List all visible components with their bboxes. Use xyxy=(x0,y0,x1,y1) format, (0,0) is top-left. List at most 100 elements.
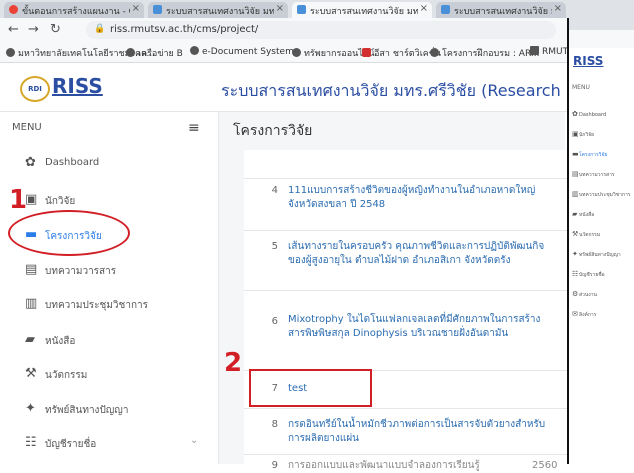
annotation-ellipse xyxy=(8,210,130,256)
tab-label: ระบบสารสนเทศงานวิจัย มทร.ศรีวิชัย xyxy=(166,7,274,17)
sidebar-item-conference[interactable]: ▥ บทความประชุมวิชาการ xyxy=(0,289,218,321)
sidebar-item-book[interactable]: ▰ หนังสือ xyxy=(0,325,218,357)
sidebar-item-label: ทรัพย์สินทางปัญญา xyxy=(45,405,129,416)
row-number: 4 xyxy=(271,185,278,196)
overlay-item[interactable]: ✿Dashboard xyxy=(572,110,606,118)
bookmark-icon xyxy=(126,48,135,57)
sidebar-item-label: บทความประชุมวิชาการ xyxy=(45,300,148,311)
tab-label: ระบบสารสนเทศงานวิจัย มทร.ศรีวิชัย xyxy=(454,7,552,17)
overlay-item[interactable]: ▰ หนังสือ xyxy=(572,210,594,219)
row-number: 8 xyxy=(271,419,278,430)
row-year: 2560 xyxy=(532,460,558,471)
table-row: 5 เส้นทางรายในครอบครัว คุณภาพชีวิตและการ… xyxy=(244,230,574,291)
sidebar: MENU ≡ ✿ Dashboard ▣ นักวิจัย ▬ โครงการว… xyxy=(0,112,219,464)
site-title: ระบบสารสนเทศงานวิจัย มทร.ศรีวิชัย (Resea… xyxy=(221,81,597,100)
row-number: 9 xyxy=(271,460,278,471)
row-number: 6 xyxy=(271,316,278,327)
overlay-item[interactable]: ▥บทความประชุมวิชาการ xyxy=(572,190,631,199)
overlay-item[interactable]: ▬โครงการวิจัย xyxy=(572,150,607,159)
sidebar-item-label: บทความวารสาร xyxy=(45,266,117,277)
site-icon xyxy=(297,5,306,14)
ip-icon: ✦ xyxy=(25,401,36,416)
bookmark-icon xyxy=(6,48,15,57)
forward-icon[interactable]: → xyxy=(28,22,39,37)
url-text: riss.rmutsv.ac.th/cms/project/ xyxy=(110,24,259,35)
overlay-item[interactable]: ✉ลิงค์การ xyxy=(572,310,596,319)
tab-label: ระบบสารสนเทศงานวิจัย มทร.ศรีวิชัย xyxy=(310,7,418,17)
site-icon xyxy=(153,5,162,14)
sidebar-item-label: นักวิจัย xyxy=(45,196,76,207)
second-window: RISS MENU ✿Dashboard ▣นักวิจัย ▬โครงการว… xyxy=(567,18,634,464)
main-content: โครงการวิจัย 4 111แบบการสร้างชีวิตของผู้… xyxy=(219,112,574,471)
table-row xyxy=(244,150,574,178)
project-title-link[interactable]: 111แบบการสร้างชีวิตของผู้หญิงทำงานในอำเภ… xyxy=(288,184,548,212)
overlay-menu-label: MENU xyxy=(572,84,590,91)
bookmark-icon xyxy=(362,48,371,57)
browser-tab-strip: ขั้นตอนการสร้างแผนงาน - Google × ระบบสาร… xyxy=(0,0,634,18)
overlay-tab-strip xyxy=(569,18,634,30)
table-row: 9 การออกแบบและพัฒนาแบบจำลองการเรียนรู้ 2… xyxy=(244,454,574,471)
book-icon: ▰ xyxy=(25,332,35,347)
project-table: 4 111แบบการสร้างชีวิตของผู้หญิงทำงานในอำ… xyxy=(244,150,574,471)
close-icon[interactable]: × xyxy=(132,3,140,14)
bookmark-icon xyxy=(430,48,439,57)
close-icon[interactable]: × xyxy=(554,3,562,14)
menu-label: MENU xyxy=(12,122,42,133)
bookmark-item[interactable]: e-Document System xyxy=(190,46,294,57)
overlay-address-bar xyxy=(569,30,634,48)
sidebar-item-label: บัญชีรายชื่อ xyxy=(45,439,97,450)
browser-tab[interactable]: ระบบสารสนเทศงานวิจัย มทร.ศรีวิชัย × xyxy=(436,2,566,18)
close-icon[interactable]: × xyxy=(420,3,428,14)
close-icon[interactable]: × xyxy=(276,3,284,14)
table-row: 8 กรดอินทรีย์ในน้ำหมักชีวภาพต่อการเป็นสา… xyxy=(244,408,574,455)
overlay-item[interactable]: ▣นักวิจัย xyxy=(572,130,594,139)
overlay-item[interactable]: ✦ทรัพย์สินทางปัญญา xyxy=(572,250,621,259)
project-title-link[interactable]: การออกแบบและพัฒนาแบบจำลองการเรียนรู้ xyxy=(288,459,548,473)
annotation-number-1: 1 xyxy=(9,185,28,215)
site-header: RDI RISS ระบบสารสนเทศงานวิจัย มทร.ศรีวิช… xyxy=(0,63,634,112)
bookmark-icon xyxy=(190,46,199,55)
table-row: 4 111แบบการสร้างชีวิตของผู้หญิงทำงานในอำ… xyxy=(244,178,574,231)
browser-tab[interactable]: ขั้นตอนการสร้างแผนงาน - Google × xyxy=(4,2,144,18)
hamburger-icon[interactable]: ≡ xyxy=(188,120,200,136)
overlay-item[interactable]: ⚙ส่วนงาน xyxy=(572,290,597,299)
overlay-logo[interactable]: RISS xyxy=(573,54,603,68)
sidebar-item-journal[interactable]: ▤ บทความวารสาร xyxy=(0,255,218,287)
browser-tab[interactable]: ระบบสารสนเทศงานวิจัย มทร.ศรีวิชัย × xyxy=(148,2,288,18)
sidebar-item-dashboard[interactable]: ✿ Dashboard xyxy=(0,148,218,180)
bookmark-icon xyxy=(292,48,301,57)
overlay-item[interactable]: ▤บทความวารสาร xyxy=(572,170,615,179)
sidebar-item-label: Dashboard xyxy=(45,157,100,168)
table-row: 6 Mixotrophy ในไดโนแฟลกเจลเลตที่มีศักยภา… xyxy=(244,290,574,371)
reload-icon[interactable]: ↻ xyxy=(50,22,61,37)
sidebar-item-directory[interactable]: ☷ บัญชีรายชื่อ ⌄ xyxy=(0,428,218,460)
sidebar-item-ip[interactable]: ✦ ทรัพย์สินทางปัญญา xyxy=(0,394,218,426)
row-number: 5 xyxy=(271,241,278,252)
project-title-link[interactable]: เส้นทางรายในครอบครัว คุณภาพชีวิตและการปฏ… xyxy=(288,240,548,268)
journal-icon: ▤ xyxy=(25,262,38,277)
sidebar-item-label: หนังสือ xyxy=(45,336,76,347)
overlay-item[interactable]: ☷บัญชีรายชื่อ xyxy=(572,270,605,279)
sidebar-item-label: นวัตกรรม xyxy=(45,370,88,381)
directory-icon: ☷ xyxy=(25,435,37,450)
overlay-item[interactable]: ⚒นวัตกรรม xyxy=(572,230,600,239)
bookmark-item[interactable]: เครือข่าย B xyxy=(126,46,183,60)
site-icon xyxy=(441,5,450,14)
google-icon xyxy=(9,5,18,14)
lock-icon: 🔒 xyxy=(94,24,106,34)
sidebar-item-innovation[interactable]: ⚒ นวัตกรรม xyxy=(0,359,218,391)
back-icon[interactable]: ← xyxy=(8,22,19,37)
project-title-link[interactable]: กรดอินทรีย์ในน้ำหมักชีวภาพต่อการเป็นสารจ… xyxy=(288,418,548,446)
chevron-down-icon: ⌄ xyxy=(190,435,199,446)
annotation-number-2: 2 xyxy=(224,348,243,378)
bookmark-icon xyxy=(530,46,539,55)
tab-label: ขั้นตอนการสร้างแผนงาน - Google xyxy=(22,7,130,17)
project-title-link[interactable]: Mixotrophy ในไดโนแฟลกเจลเลตที่มีศักยภาพใ… xyxy=(288,313,548,341)
url-field[interactable]: 🔒 riss.rmutsv.ac.th/cms/project/ xyxy=(86,21,556,39)
browser-tab-active[interactable]: ระบบสารสนเทศงานวิจัย มทร.ศรีวิชัย × xyxy=(292,2,432,18)
bookmark-item[interactable]: โครงการฝึกอบรม : AR... xyxy=(430,46,539,60)
dashboard-icon: ✿ xyxy=(25,155,36,170)
site-logo[interactable]: RISS xyxy=(52,74,103,98)
sidebar-item-researcher[interactable]: ▣ นักวิจัย xyxy=(0,185,218,217)
annotation-rectangle xyxy=(249,369,372,407)
